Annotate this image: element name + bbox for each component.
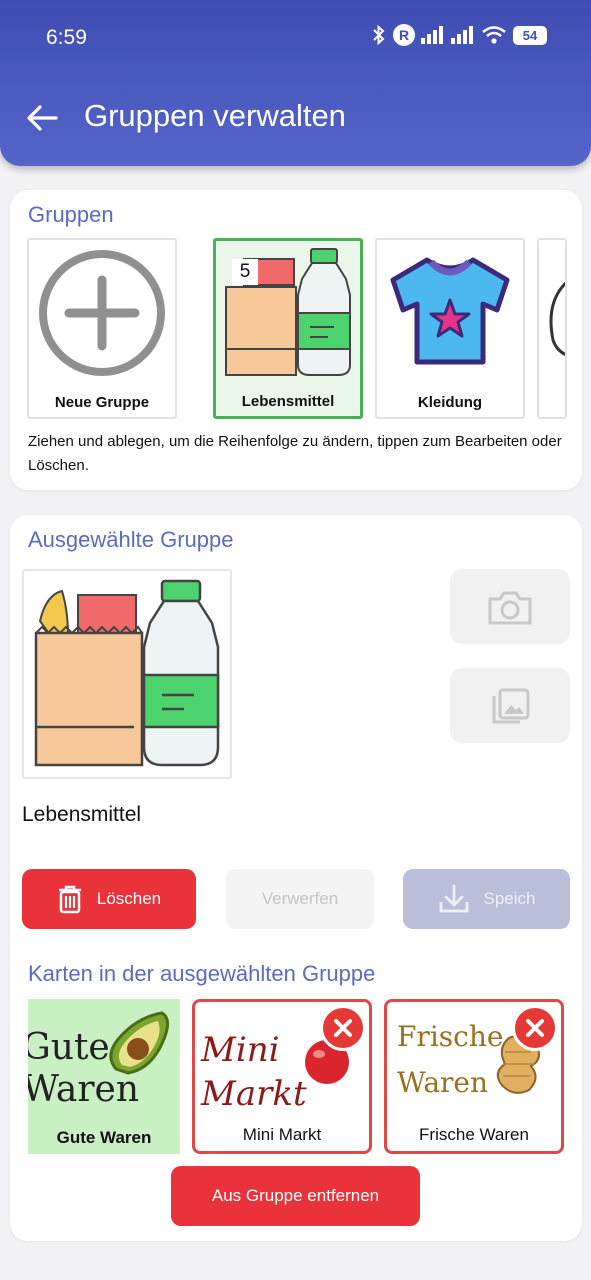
plus-circle-icon <box>39 250 165 376</box>
status-time: 6:59 <box>46 26 87 49</box>
card-tile-mini-markt[interactable]: Mini Markt Mini Markt <box>192 999 372 1154</box>
group-tile-lebensmittel[interactable]: 5 Lebensmittel <box>213 238 363 419</box>
new-group-tile[interactable]: Neue Gruppe <box>27 238 177 419</box>
partial-icon <box>549 281 565 356</box>
card-art-line: Frische <box>397 1020 504 1053</box>
group-name: Lebensmittel <box>22 803 142 826</box>
gallery-icon <box>492 688 530 723</box>
delete-button[interactable]: Löschen <box>22 869 196 929</box>
wifi-icon <box>482 26 506 44</box>
card-art-line: Mini <box>201 1030 280 1070</box>
carrier-badge: R <box>393 24 415 46</box>
delete-label: Löschen <box>96 889 162 908</box>
groups-hint: Ziehen und ablegen, um die Reihenfolge z… <box>28 433 562 474</box>
download-icon <box>439 884 468 913</box>
group-label: Neue Gruppe <box>54 394 150 411</box>
groups-card: Gruppen Neue Gruppe 5 Lebensmittel Kleid… <box>10 190 582 490</box>
selected-group-card: Ausgewählte Gruppe Lebensmittel Löschen … <box>10 515 582 1241</box>
save-label: Speich <box>483 889 536 908</box>
close-icon <box>334 1019 352 1037</box>
group-label: Lebensmittel <box>241 393 335 410</box>
card-label: Gute Waren <box>56 1128 152 1147</box>
battery-indicator: 54 <box>513 25 547 45</box>
avocado-icon <box>109 1011 169 1075</box>
selected-section-title: Ausgewählte Gruppe <box>28 527 234 552</box>
discard-label: Verwerfen <box>261 889 339 908</box>
group-image <box>22 569 232 779</box>
app-bar: 6:59 R 54 Gruppen verwalten <box>0 0 591 166</box>
gallery-button[interactable] <box>450 668 570 743</box>
signal-icon <box>451 26 473 44</box>
close-icon <box>526 1019 544 1037</box>
groceries-icon <box>34 579 220 767</box>
arrow-left-icon[interactable] <box>24 100 60 136</box>
page-title: Gruppen verwalten <box>84 98 346 133</box>
remove-from-group-button[interactable]: Aus Gruppe entfernen <box>171 1166 420 1226</box>
card-art-line: Waren <box>397 1066 489 1099</box>
card-count-badge: 5 <box>232 259 258 285</box>
remove-card-badge[interactable] <box>320 1005 366 1051</box>
card-tile-frische-waren[interactable]: Frische Waren Frische Waren <box>384 999 564 1154</box>
save-button[interactable]: Speich <box>403 869 570 929</box>
group-tile-kleidung[interactable]: Kleidung <box>375 238 525 419</box>
trash-icon <box>58 885 81 914</box>
cards-section-title: Karten in der ausgewählten Gruppe <box>28 961 376 986</box>
card-art-line: Gute <box>28 1027 110 1068</box>
discard-button[interactable]: Verwerfen <box>226 869 374 929</box>
groups-section-title: Gruppen <box>28 202 114 227</box>
status-icons: R 54 <box>371 24 547 46</box>
camera-icon <box>488 591 532 624</box>
camera-button[interactable] <box>450 569 570 644</box>
group-tile-partial[interactable] <box>537 238 567 419</box>
bluetooth-icon <box>373 24 385 46</box>
card-tile-gute-waren[interactable]: Gute Waren Gute Waren <box>28 999 180 1154</box>
group-label: Kleidung <box>417 394 483 411</box>
remove-card-badge[interactable] <box>512 1005 558 1051</box>
tshirt-icon <box>390 257 510 365</box>
card-label: Mini Markt <box>242 1125 322 1144</box>
signal-icon <box>421 26 443 44</box>
card-label: Frische Waren <box>419 1125 529 1144</box>
card-art-line: Markt <box>201 1074 307 1114</box>
